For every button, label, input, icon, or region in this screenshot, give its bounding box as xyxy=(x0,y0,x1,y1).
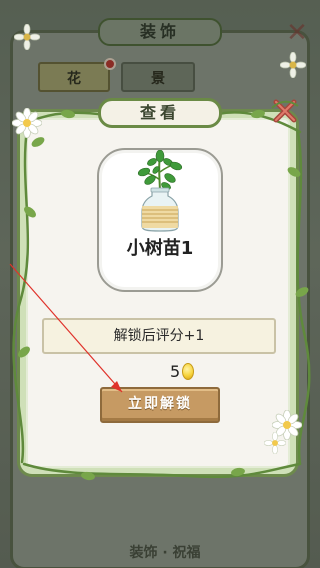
unlock-effect-text: 解锁后评分+1 xyxy=(42,318,276,354)
item-name: 小树苗1 xyxy=(126,238,194,259)
unlock-now-button[interactable]: 立即解锁 xyxy=(100,387,220,423)
dialog-title: 查看 xyxy=(98,98,222,128)
close-x-icon[interactable] xyxy=(270,96,300,126)
price-amount: 5 xyxy=(170,361,181,381)
unlock-price: 5 xyxy=(170,361,195,381)
gold-egg-coin-icon xyxy=(182,362,195,380)
sapling-in-jar-icon xyxy=(137,150,183,232)
